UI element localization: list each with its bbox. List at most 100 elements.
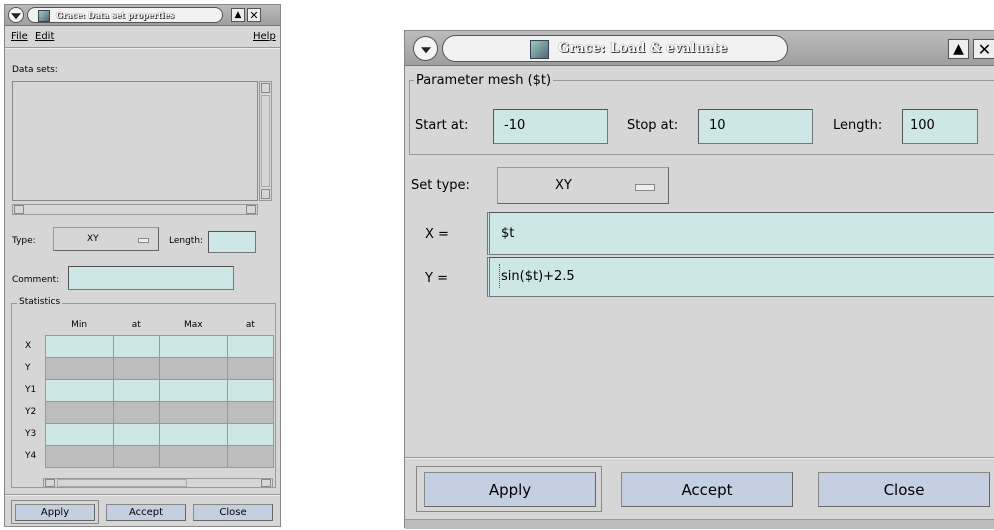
close-button[interactable]: Close	[193, 504, 273, 521]
scroll-left-icon[interactable]	[14, 205, 24, 214]
table-cell[interactable]	[44, 444, 114, 468]
shade-icon[interactable]: ▲	[231, 8, 245, 22]
close-icon[interactable]: ✕	[247, 8, 261, 22]
apply-button[interactable]: Apply	[424, 472, 596, 507]
accept-button[interactable]: Accept	[621, 472, 793, 507]
data-sets-list[interactable]	[12, 81, 258, 201]
list-horizontal-scrollbar[interactable]	[12, 204, 258, 215]
window-title: Grace: Load & evaluate	[558, 41, 728, 56]
table-cell[interactable]	[44, 400, 114, 424]
length-value: 100	[910, 118, 935, 133]
row-label-y3: Y3	[25, 429, 37, 439]
table-cell[interactable]	[112, 334, 160, 358]
table-row: Y3	[19, 422, 275, 446]
list-vertical-scrollbar[interactable]	[259, 81, 272, 201]
table-cell[interactable]	[158, 444, 228, 468]
start-value: -10	[504, 118, 526, 133]
table-row: Y4	[19, 444, 275, 468]
table-cell[interactable]	[44, 422, 114, 446]
buttons-separator	[405, 457, 994, 459]
menu-file[interactable]: File	[11, 31, 28, 42]
stats-col-min: Min	[71, 319, 88, 330]
table-cell[interactable]	[44, 334, 114, 358]
length-field[interactable]: 100	[902, 109, 978, 144]
table-cell[interactable]	[112, 356, 160, 380]
load-evaluate-window: Grace: Load & evaluate ▲ ✕ Parameter mes…	[404, 30, 994, 529]
table-cell[interactable]	[226, 356, 275, 380]
stats-col-max: Max	[184, 319, 203, 330]
apply-button[interactable]: Apply	[15, 504, 95, 521]
table-cell[interactable]	[158, 422, 228, 446]
scroll-right-icon[interactable]	[246, 205, 256, 214]
scroll-thumb[interactable]	[261, 95, 270, 187]
table-row: Y2	[19, 400, 275, 424]
menu-edit[interactable]: Edit	[35, 31, 54, 42]
app-icon	[38, 10, 50, 22]
table-row: X	[19, 334, 275, 358]
length-label: Length:	[169, 236, 204, 246]
option-menu-indicator-icon	[138, 238, 149, 243]
menu-bar: File Edit Help	[5, 26, 280, 46]
window-menu-icon[interactable]	[8, 7, 24, 23]
table-cell[interactable]	[112, 378, 160, 402]
x-formula-value: $t	[501, 226, 515, 241]
start-field[interactable]: -10	[493, 109, 608, 144]
type-label: Type:	[12, 236, 36, 246]
scroll-left-icon[interactable]	[45, 479, 55, 487]
table-cell[interactable]	[226, 444, 275, 468]
titlebar[interactable]: Grace: Data set properties ▲ ✕	[5, 5, 280, 26]
stats-col-at: at	[131, 319, 141, 330]
stats-header-row: Min at Max at	[19, 315, 274, 335]
set-type-value: XY	[555, 178, 572, 193]
table-cell[interactable]	[158, 356, 228, 380]
length-label: Length:	[833, 118, 883, 133]
close-button[interactable]: Close	[818, 472, 990, 507]
window-title: Grace: Data set properties	[56, 10, 175, 20]
scroll-thumb[interactable]	[57, 479, 187, 487]
title-pill: Grace: Load & evaluate	[442, 35, 788, 62]
row-label-y1: Y1	[25, 385, 37, 395]
comment-field[interactable]	[68, 266, 234, 290]
table-cell[interactable]	[226, 334, 275, 358]
table-cell[interactable]	[112, 422, 160, 446]
table-cell[interactable]	[226, 400, 275, 424]
set-type-label: Set type:	[411, 178, 470, 193]
stats-horizontal-scrollbar[interactable]	[43, 478, 273, 488]
row-label-y4: Y4	[25, 451, 37, 461]
stop-label: Stop at:	[627, 118, 679, 133]
table-row: Y1	[19, 378, 275, 402]
window-menu-icon[interactable]	[413, 36, 438, 61]
stop-field[interactable]: 10	[698, 109, 813, 144]
length-field[interactable]	[208, 231, 256, 253]
table-cell[interactable]	[158, 400, 228, 424]
start-label: Start at:	[415, 118, 469, 133]
scroll-right-icon[interactable]	[261, 479, 271, 487]
table-cell[interactable]	[226, 378, 275, 402]
set-type-option-menu[interactable]: XY	[497, 167, 669, 204]
menu-separator	[5, 47, 280, 49]
shade-icon[interactable]: ▲	[948, 39, 969, 59]
scroll-up-icon[interactable]	[261, 83, 270, 93]
table-cell[interactable]	[44, 378, 114, 402]
titlebar[interactable]: Grace: Load & evaluate ▲ ✕	[405, 31, 994, 66]
y-formula-field[interactable]: sin($t)+2.5	[487, 257, 994, 297]
stats-col-at-2: at	[245, 319, 255, 330]
scroll-down-icon[interactable]	[261, 189, 270, 199]
accept-button[interactable]: Accept	[106, 504, 186, 521]
row-label-y: Y	[25, 363, 31, 373]
x-formula-field[interactable]: $t	[487, 212, 994, 255]
table-cell[interactable]	[44, 356, 114, 380]
table-cell[interactable]	[158, 378, 228, 402]
data-set-properties-window: Grace: Data set properties ▲ ✕ File Edit…	[4, 4, 281, 527]
table-cell[interactable]	[226, 422, 275, 446]
statistics-table: Min at Max at X Y Y1 Y2 Y3 Y4	[19, 315, 275, 468]
table-cell[interactable]	[112, 400, 160, 424]
type-option-menu[interactable]: XY	[53, 227, 159, 251]
comment-label: Comment:	[12, 275, 60, 285]
table-cell[interactable]	[112, 444, 160, 468]
bottom-strip	[405, 519, 994, 529]
menu-help[interactable]: Help	[253, 31, 276, 42]
data-sets-label: Data sets:	[12, 65, 58, 75]
close-icon[interactable]: ✕	[973, 39, 994, 59]
table-cell[interactable]	[158, 334, 228, 358]
